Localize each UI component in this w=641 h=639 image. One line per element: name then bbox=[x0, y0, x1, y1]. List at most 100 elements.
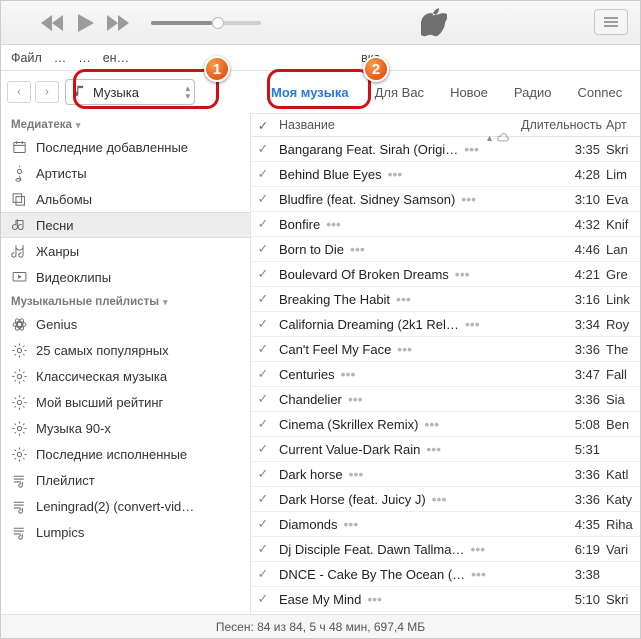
more-button[interactable]: ••• bbox=[465, 319, 480, 329]
check-icon[interactable]: ✓ bbox=[251, 341, 275, 357]
prev-track-button[interactable] bbox=[39, 10, 65, 36]
list-view-button[interactable] bbox=[594, 9, 628, 35]
sidebar-item[interactable]: Артисты bbox=[1, 160, 250, 186]
column-artist[interactable]: Арт bbox=[606, 118, 640, 132]
table-row[interactable]: ✓Bonfire•••4:32Knif bbox=[251, 212, 640, 237]
tab-for-you[interactable]: Для Вас bbox=[369, 81, 430, 104]
sidebar-item-label: Артисты bbox=[36, 166, 87, 181]
check-icon[interactable]: ✓ bbox=[251, 366, 275, 382]
table-row[interactable]: ✓DNCE - Cake By The Ocean (…•••3:38 bbox=[251, 562, 640, 587]
tab-my-music[interactable]: Моя музыка bbox=[265, 81, 355, 104]
media-type-selector[interactable]: Музыка ▴▾ bbox=[65, 79, 195, 105]
table-row[interactable]: ✓Centuries•••3:47Fall bbox=[251, 362, 640, 387]
sidebar-item[interactable]: Песни bbox=[1, 212, 250, 238]
table-row[interactable]: ✓Can't Feel My Face•••3:36The bbox=[251, 337, 640, 362]
sidebar-playlist-item[interactable]: Мой высший рейтинг bbox=[1, 389, 250, 415]
more-button[interactable]: ••• bbox=[461, 194, 476, 204]
check-icon[interactable]: ✓ bbox=[251, 166, 275, 182]
track-artist: Gre bbox=[606, 267, 640, 282]
check-icon[interactable]: ✓ bbox=[251, 591, 275, 607]
check-icon[interactable]: ✓ bbox=[251, 241, 275, 257]
next-track-button[interactable] bbox=[105, 10, 131, 36]
table-row[interactable]: ✓California Dreaming (2k1 Rel…•••3:34Roy bbox=[251, 312, 640, 337]
more-button[interactable]: ••• bbox=[388, 169, 403, 179]
sidebar-section-library[interactable]: Медиатека▾ bbox=[1, 113, 250, 134]
more-button[interactable]: ••• bbox=[348, 394, 363, 404]
sidebar-playlist-item[interactable]: Genius bbox=[1, 311, 250, 337]
check-icon[interactable]: ✓ bbox=[251, 416, 275, 432]
column-duration[interactable]: Длительность bbox=[516, 118, 606, 132]
table-row[interactable]: ✓Born to Die•••4:46Lan bbox=[251, 237, 640, 262]
nav-forward-button[interactable]: › bbox=[35, 81, 59, 103]
sidebar-playlist-item[interactable]: 25 самых популярных bbox=[1, 337, 250, 363]
more-button[interactable]: ••• bbox=[470, 544, 485, 554]
check-icon[interactable]: ✓ bbox=[251, 466, 275, 482]
table-row[interactable]: ✓Diamonds•••4:35Riha bbox=[251, 512, 640, 537]
table-row[interactable]: ✓Ease My Mind•••5:42Skri bbox=[251, 612, 640, 614]
more-button[interactable]: ••• bbox=[424, 419, 439, 429]
tab-new[interactable]: Новое bbox=[444, 81, 494, 104]
check-icon[interactable]: ✓ bbox=[251, 566, 275, 582]
table-row[interactable]: ✓Dj Disciple Feat. Dawn Tallma…•••6:19Va… bbox=[251, 537, 640, 562]
table-row[interactable]: ✓Behind Blue Eyes•••4:28Lim bbox=[251, 162, 640, 187]
table-row[interactable]: ✓Breaking The Habit•••3:16Link bbox=[251, 287, 640, 312]
check-icon[interactable]: ✓ bbox=[251, 316, 275, 332]
more-button[interactable]: ••• bbox=[426, 444, 441, 454]
menu-item[interactable]: … bbox=[72, 51, 97, 65]
sidebar-playlist-item[interactable]: Плейлист bbox=[1, 467, 250, 493]
sidebar-playlist-item[interactable]: Последние исполненные bbox=[1, 441, 250, 467]
table-row[interactable]: ✓Chandelier•••3:36Sia bbox=[251, 387, 640, 412]
table-row[interactable]: ✓Bludfire (feat. Sidney Samson)•••3:10Ev… bbox=[251, 187, 640, 212]
table-row[interactable]: ✓Bangarang Feat. Sirah (Origi…•••3:35Skr… bbox=[251, 137, 640, 162]
check-icon[interactable]: ✓ bbox=[251, 516, 275, 532]
tab-radio[interactable]: Радио bbox=[508, 81, 558, 104]
more-button[interactable]: ••• bbox=[367, 594, 382, 604]
menu-item[interactable]: ен… bbox=[97, 51, 135, 65]
play-button[interactable] bbox=[67, 5, 103, 41]
check-icon[interactable]: ✓ bbox=[251, 291, 275, 307]
more-button[interactable]: ••• bbox=[397, 344, 412, 354]
table-row[interactable]: ✓Dark Horse (feat. Juicy J)•••3:36Katy bbox=[251, 487, 640, 512]
check-icon[interactable]: ✓ bbox=[251, 391, 275, 407]
sidebar-item[interactable]: Последние добавленные bbox=[1, 134, 250, 160]
more-button[interactable]: ••• bbox=[350, 244, 365, 254]
volume-slider[interactable] bbox=[151, 21, 261, 25]
check-icon[interactable]: ✓ bbox=[251, 266, 275, 282]
table-row[interactable]: ✓Boulevard Of Broken Dreams•••4:21Gre bbox=[251, 262, 640, 287]
table-row[interactable]: ✓Cinema (Skrillex Remix)•••5:08Ben bbox=[251, 412, 640, 437]
sidebar-section-playlists[interactable]: Музыкальные плейлисты▾ bbox=[1, 290, 250, 311]
column-check[interactable]: ✓ bbox=[251, 118, 275, 133]
more-button[interactable]: ••• bbox=[341, 369, 356, 379]
more-button[interactable]: ••• bbox=[432, 494, 447, 504]
more-button[interactable]: ••• bbox=[326, 219, 341, 229]
nav-back-button[interactable]: ‹ bbox=[7, 81, 31, 103]
check-icon[interactable]: ✓ bbox=[251, 191, 275, 207]
more-button[interactable]: ••• bbox=[344, 519, 359, 529]
sidebar-playlist-item[interactable]: Классическая музыка bbox=[1, 363, 250, 389]
sidebar-item[interactable]: Альбомы bbox=[1, 186, 250, 212]
check-icon[interactable]: ✓ bbox=[251, 541, 275, 557]
track-artist: Lan bbox=[606, 242, 640, 257]
menu-file[interactable]: Файл bbox=[5, 51, 48, 65]
column-name[interactable]: Название ▴ bbox=[275, 118, 516, 132]
sidebar-item[interactable]: Видеоклипы bbox=[1, 264, 250, 290]
sidebar-item[interactable]: Жанры bbox=[1, 238, 250, 264]
sidebar-playlist-item[interactable]: Leningrad(2) (convert-vid… bbox=[1, 493, 250, 519]
more-button[interactable]: ••• bbox=[455, 269, 470, 279]
tab-connect[interactable]: Connec bbox=[571, 81, 628, 104]
check-icon[interactable]: ✓ bbox=[251, 141, 275, 157]
more-button[interactable]: ••• bbox=[464, 144, 479, 154]
table-row[interactable]: ✓Current Value-Dark Rain•••5:31 bbox=[251, 437, 640, 462]
table-row[interactable]: ✓Ease My Mind•••5:10Skri bbox=[251, 587, 640, 612]
sidebar-playlist-item[interactable]: Lumpics bbox=[1, 519, 250, 545]
check-icon[interactable]: ✓ bbox=[251, 491, 275, 507]
more-button[interactable]: ••• bbox=[471, 569, 486, 579]
sidebar-playlist-item[interactable]: Музыка 90-х bbox=[1, 415, 250, 441]
more-button[interactable]: ••• bbox=[349, 469, 364, 479]
more-button[interactable]: ••• bbox=[396, 294, 411, 304]
check-icon[interactable]: ✓ bbox=[251, 441, 275, 457]
table-row[interactable]: ✓Dark horse•••3:36Katl bbox=[251, 462, 640, 487]
track-title: Dark Horse (feat. Juicy J) bbox=[279, 492, 426, 507]
menu-item[interactable]: … bbox=[48, 51, 73, 65]
check-icon[interactable]: ✓ bbox=[251, 216, 275, 232]
